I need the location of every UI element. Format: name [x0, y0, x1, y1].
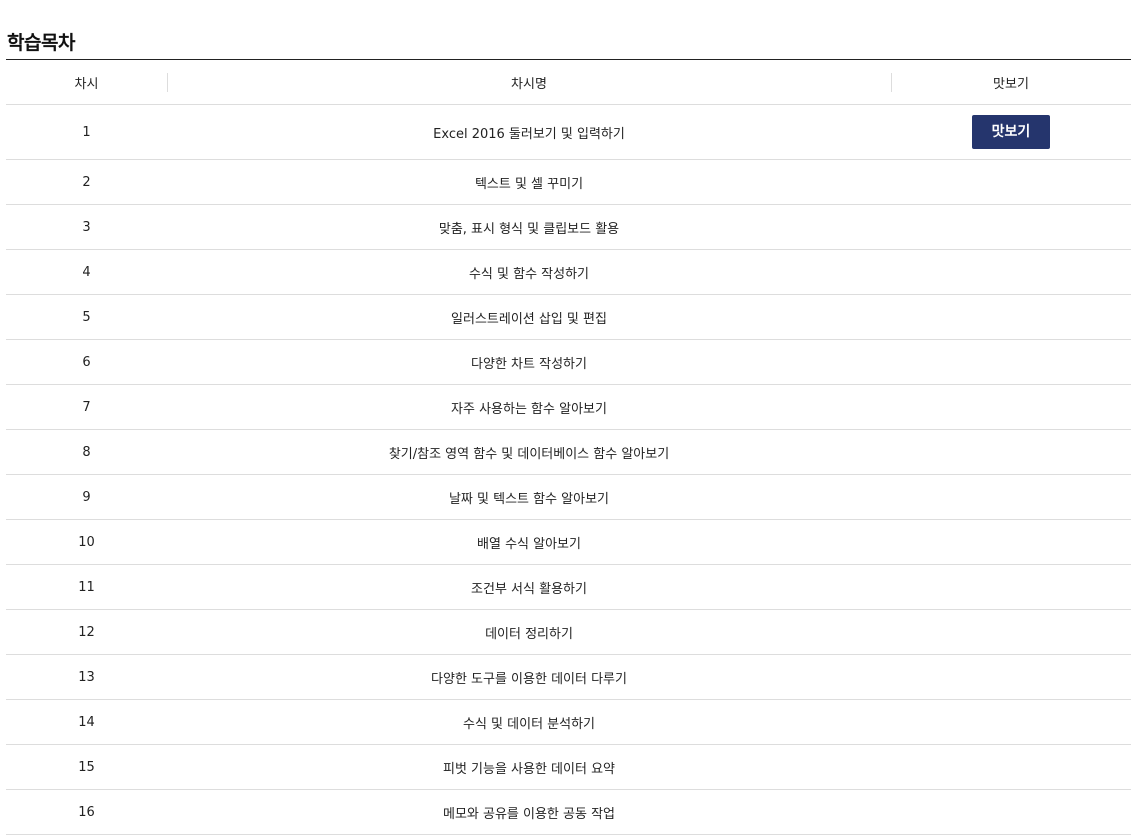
session-number: 9	[6, 474, 167, 520]
table-row: 11 조건부 서식 활용하기	[6, 564, 1131, 610]
session-name: 메모와 공유를 이용한 공동 작업	[167, 789, 891, 835]
preview-cell	[891, 474, 1131, 520]
session-name: 맞춤, 표시 형식 및 클립보드 활용	[167, 204, 891, 250]
table-row: 12 데이터 정리하기	[6, 609, 1131, 655]
table-row: 1 Excel 2016 둘러보기 및 입력하기 맛보기	[6, 104, 1131, 160]
session-name: 날짜 및 텍스트 함수 알아보기	[167, 474, 891, 520]
session-number: 14	[6, 699, 167, 745]
table-row: 15 피벗 기능을 사용한 데이터 요약	[6, 744, 1131, 790]
session-number: 13	[6, 654, 167, 700]
session-name: Excel 2016 둘러보기 및 입력하기	[167, 104, 891, 160]
session-name: 수식 및 함수 작성하기	[167, 249, 891, 295]
table-row: 14 수식 및 데이터 분석하기	[6, 699, 1131, 745]
preview-cell	[891, 519, 1131, 565]
session-number: 11	[6, 564, 167, 610]
session-number: 15	[6, 744, 167, 790]
session-number: 12	[6, 609, 167, 655]
header-row: 차시 차시명 맛보기	[6, 59, 1131, 105]
preview-cell	[891, 789, 1131, 835]
session-number: 8	[6, 429, 167, 475]
table-row: 8 찾기/참조 영역 함수 및 데이터베이스 함수 알아보기	[6, 429, 1131, 475]
page-title: 학습목차	[7, 31, 75, 54]
preview-cell	[891, 339, 1131, 385]
session-number: 5	[6, 294, 167, 340]
preview-cell	[891, 609, 1131, 655]
header-session-name: 차시명	[167, 59, 891, 105]
session-number: 10	[6, 519, 167, 565]
session-name: 다양한 도구를 이용한 데이터 다루기	[167, 654, 891, 700]
session-name: 일러스트레이션 삽입 및 편집	[167, 294, 891, 340]
session-name: 찾기/참조 영역 함수 및 데이터베이스 함수 알아보기	[167, 429, 891, 475]
session-name: 데이터 정리하기	[167, 609, 891, 655]
session-name: 수식 및 데이터 분석하기	[167, 699, 891, 745]
preview-cell: 맛보기	[891, 104, 1131, 160]
table-row: 16 메모와 공유를 이용한 공동 작업	[6, 789, 1131, 835]
curriculum-table: 차시 차시명 맛보기 1 Excel 2016 둘러보기 및 입력하기 맛보기 2 텍스…	[6, 59, 1131, 835]
table-body: 1 Excel 2016 둘러보기 및 입력하기 맛보기 2 텍스트 및 셀 꾸미기 3 맞…	[6, 104, 1131, 835]
preview-cell	[891, 744, 1131, 790]
session-number: 3	[6, 204, 167, 250]
table-row: 9 날짜 및 텍스트 함수 알아보기	[6, 474, 1131, 520]
preview-cell	[891, 204, 1131, 250]
session-number: 1	[6, 104, 167, 160]
session-name: 피벗 기능을 사용한 데이터 요약	[167, 744, 891, 790]
preview-cell	[891, 699, 1131, 745]
session-name: 자주 사용하는 함수 알아보기	[167, 384, 891, 430]
table-row: 6 다양한 차트 작성하기	[6, 339, 1131, 385]
session-name: 다양한 차트 작성하기	[167, 339, 891, 385]
table-row: 7 자주 사용하는 함수 알아보기	[6, 384, 1131, 430]
table-row: 4 수식 및 함수 작성하기	[6, 249, 1131, 295]
table-row: 10 배열 수식 알아보기	[6, 519, 1131, 565]
session-name: 배열 수식 알아보기	[167, 519, 891, 565]
session-number: 16	[6, 789, 167, 835]
preview-cell	[891, 384, 1131, 430]
table-row: 3 맞춤, 표시 형식 및 클립보드 활용	[6, 204, 1131, 250]
session-name: 조건부 서식 활용하기	[167, 564, 891, 610]
preview-cell	[891, 654, 1131, 700]
session-number: 7	[6, 384, 167, 430]
header-session: 차시	[6, 59, 167, 105]
preview-cell	[891, 429, 1131, 475]
session-number: 4	[6, 249, 167, 295]
header-preview: 맛보기	[891, 59, 1131, 105]
table-row: 13 다양한 도구를 이용한 데이터 다루기	[6, 654, 1131, 700]
session-name: 텍스트 및 셀 꾸미기	[167, 159, 891, 205]
preview-cell	[891, 294, 1131, 340]
session-number: 6	[6, 339, 167, 385]
preview-cell	[891, 159, 1131, 205]
table-header: 차시 차시명 맛보기	[6, 59, 1131, 105]
preview-cell	[891, 564, 1131, 610]
preview-cell	[891, 249, 1131, 295]
table-row: 2 텍스트 및 셀 꾸미기	[6, 159, 1131, 205]
session-number: 2	[6, 159, 167, 205]
preview-button[interactable]: 맛보기	[972, 115, 1050, 149]
table-row: 5 일러스트레이션 삽입 및 편집	[6, 294, 1131, 340]
